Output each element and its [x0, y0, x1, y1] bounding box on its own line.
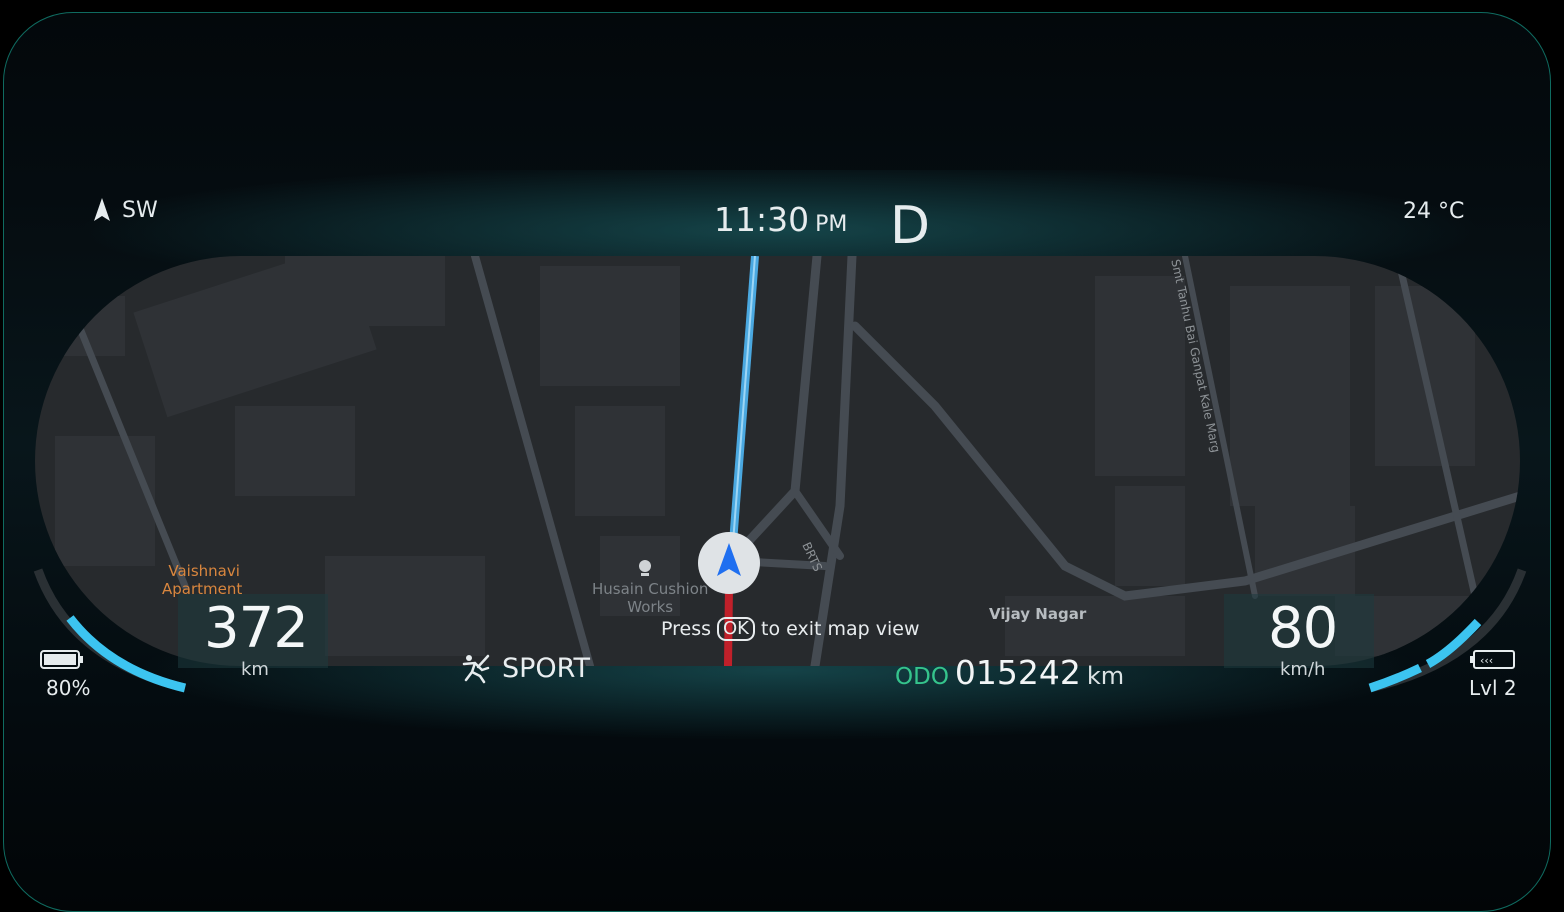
- drive-mode-label: SPORT: [502, 652, 590, 684]
- ok-key-badge: OK: [717, 617, 755, 641]
- speed-value: 80: [1268, 596, 1338, 661]
- range-unit: km: [241, 659, 269, 680]
- map-label-area: Vijay Nagar: [989, 605, 1087, 623]
- sport-runner-icon: [462, 654, 490, 684]
- odometer-label: ODO: [895, 664, 949, 690]
- odometer-unit: km: [1086, 662, 1125, 690]
- outside-temperature: 24 °C: [1403, 199, 1465, 224]
- regen-chevrons-icon: ‹‹‹: [1470, 650, 1515, 669]
- odometer-value: 015242: [954, 653, 1081, 692]
- range-value: 372: [204, 596, 309, 661]
- drive-mode[interactable]: SPORT: [460, 652, 590, 684]
- speed-unit: km/h: [1280, 659, 1326, 680]
- svg-text:‹‹‹: ‹‹‹: [1480, 654, 1493, 667]
- battery-percent: 80%: [46, 676, 91, 700]
- clock-time: 11:30: [714, 200, 810, 239]
- clock: 11:30 PM: [714, 200, 847, 239]
- odometer: ODO 015242 km: [895, 653, 1124, 692]
- battery-icon: [40, 650, 83, 669]
- compass-heading: SW: [92, 197, 158, 223]
- regen-level: Lvl 2: [1469, 676, 1517, 700]
- compass-direction: SW: [122, 197, 158, 223]
- battery-arc-track: [33, 568, 187, 693]
- exit-map-hint: Press OK to exit map view: [661, 617, 920, 641]
- route-line-highlight: [731, 256, 756, 557]
- navigation-arrow-icon: [94, 198, 110, 221]
- hint-suffix: to exit map view: [761, 618, 920, 640]
- clock-period: PM: [815, 212, 848, 237]
- gear-indicator: D: [890, 196, 931, 256]
- hint-prefix: Press: [661, 618, 712, 640]
- place-pin-icon: [639, 560, 651, 576]
- map-label-poi: Husain Cushion Works: [592, 580, 709, 616]
